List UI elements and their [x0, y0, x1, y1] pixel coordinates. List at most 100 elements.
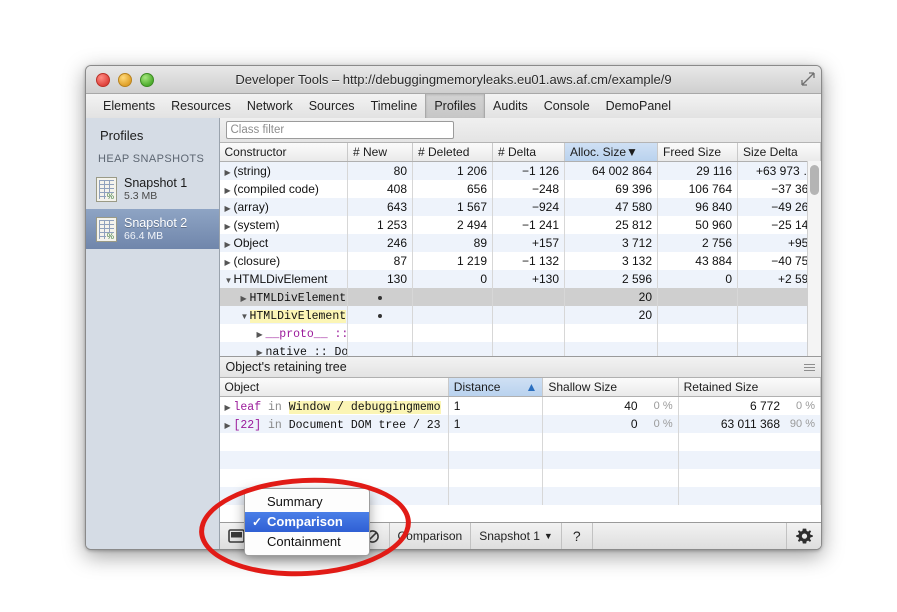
twisty-expanded-icon[interactable]: ▼: [225, 276, 234, 285]
column-header-deleted[interactable]: # Deleted: [413, 143, 493, 162]
table-row-empty: [220, 469, 821, 487]
table-header-row: Object Distance▲ Shallow Size Retained S…: [220, 378, 821, 397]
column-header-size-delta[interactable]: Size Delta: [738, 143, 821, 162]
zoom-button[interactable]: [140, 73, 154, 87]
twisty-collapsed-icon[interactable]: ▶: [241, 294, 250, 303]
table-row[interactable]: ▼HTMLDivElement20: [220, 306, 821, 324]
tab-demopanel[interactable]: DemoPanel: [598, 94, 679, 118]
cell-delta: [493, 342, 565, 357]
tab-elements[interactable]: Elements: [95, 94, 163, 118]
value: 6 772: [750, 399, 780, 413]
cell-delta: −1 132: [493, 252, 565, 270]
hamburger-icon[interactable]: [804, 364, 815, 371]
twisty-collapsed-icon[interactable]: ▶: [225, 258, 234, 267]
column-header-delta[interactable]: # Delta: [493, 143, 565, 162]
menu-item-summary[interactable]: Summary: [245, 492, 369, 512]
tab-timeline[interactable]: Timeline: [363, 94, 426, 118]
screenshot-root: Developer Tools – http://debuggingmemory…: [0, 0, 897, 612]
tab-profiles[interactable]: Profiles: [425, 94, 485, 118]
devtools-window: Developer Tools – http://debuggingmemory…: [85, 65, 822, 550]
twisty-collapsed-icon[interactable]: ▶: [225, 403, 234, 412]
settings-button[interactable]: [786, 523, 821, 549]
column-header-constructor[interactable]: Constructor: [220, 143, 348, 162]
table-row[interactable]: ▶(array)6431 567−92447 58096 840−49 260: [220, 198, 821, 216]
menu-item-comparison[interactable]: ✓ Comparison: [245, 512, 369, 532]
cell-empty: [543, 433, 678, 451]
close-button[interactable]: [96, 73, 110, 87]
tab-sources[interactable]: Sources: [301, 94, 363, 118]
twisty-collapsed-icon[interactable]: ▶: [225, 186, 234, 195]
tab-console[interactable]: Console: [536, 94, 598, 118]
cell-empty: [220, 451, 449, 469]
tab-audits[interactable]: Audits: [485, 94, 536, 118]
twisty-collapsed-icon[interactable]: ▶: [225, 168, 234, 177]
twisty-expanded-icon[interactable]: ▼: [241, 312, 250, 321]
resize-handle-icon[interactable]: [801, 72, 815, 86]
cell-constructor: ▶__proto__ ::: [220, 324, 348, 342]
table-row-empty: [220, 451, 821, 469]
table-row-empty: [220, 433, 821, 451]
cell-retained-size: 6 7720 %: [678, 397, 820, 416]
column-header-freed-size[interactable]: Freed Size: [658, 143, 738, 162]
help-button[interactable]: ?: [562, 523, 593, 549]
table-header-row: Constructor # New # Deleted # Delta Allo…: [220, 143, 821, 162]
twisty-collapsed-icon[interactable]: ▶: [225, 421, 234, 430]
table-row[interactable]: ▶HTMLDivElement20: [220, 288, 821, 306]
menu-item-containment[interactable]: Containment: [245, 532, 369, 552]
twisty-collapsed-icon[interactable]: ▶: [225, 222, 234, 231]
percent: 0 %: [647, 400, 673, 412]
table-row[interactable]: ▶(compiled code)408656−24869 396106 764−…: [220, 180, 821, 198]
table-row[interactable]: ▶__proto__ ::: [220, 324, 821, 342]
value: 40: [624, 399, 637, 413]
cell-deleted: [413, 306, 493, 324]
snapshot-selector-label: Snapshot 1: [479, 529, 540, 543]
constructor-name: HTMLDivElement: [234, 272, 328, 286]
cell-retained-size: 63 011 36890 %: [678, 415, 820, 433]
twisty-collapsed-icon[interactable]: ▶: [225, 204, 234, 213]
sidebar-title: Profiles: [86, 118, 219, 151]
snapshot-name: Snapshot 1: [124, 176, 187, 190]
table-row[interactable]: ▶(closure)871 219−1 1323 13243 884−40 75…: [220, 252, 821, 270]
constructor-name: Object: [234, 236, 269, 250]
table-row[interactable]: ▶native :: Do: [220, 342, 821, 357]
class-filter-input[interactable]: [226, 121, 454, 139]
table-row[interactable]: ▼HTMLDivElement1300+1302 5960+2 596: [220, 270, 821, 288]
scrollbar-thumb[interactable]: [810, 165, 819, 195]
cell-alloc-size: 47 580: [565, 198, 658, 216]
column-header-retained-size[interactable]: Retained Size: [678, 378, 820, 397]
twisty-collapsed-icon[interactable]: ▶: [225, 240, 234, 249]
twisty-collapsed-icon[interactable]: ▶: [257, 348, 266, 357]
cell-deleted: 1 219: [413, 252, 493, 270]
bullet-icon: [378, 296, 382, 300]
cell-freed-size: 96 840: [658, 198, 738, 216]
cell-alloc-size: 3 712: [565, 234, 658, 252]
table-row[interactable]: ▶Object24689+1573 7122 756+956: [220, 234, 821, 252]
snapshot-selector[interactable]: Snapshot 1 ▼: [471, 523, 562, 549]
spacer: [261, 419, 268, 432]
constructors-scrollbar[interactable]: [807, 161, 821, 356]
tab-resources[interactable]: Resources: [163, 94, 239, 118]
table-row[interactable]: ▶[22] in Document DOM tree / 23100 %63 0…: [220, 415, 821, 433]
column-header-object[interactable]: Object: [220, 378, 449, 397]
column-header-new[interactable]: # New: [348, 143, 413, 162]
constructor-name: HTMLDivElement: [250, 310, 347, 323]
sidebar-item-snapshot-2[interactable]: Snapshot 2 66.4 MB: [86, 209, 219, 249]
menu-item-label: Containment: [267, 534, 341, 549]
cell-freed-size: 2 756: [658, 234, 738, 252]
table-row[interactable]: ▶leaf in Window / debuggingmemo1400 %6 7…: [220, 397, 821, 416]
twisty-collapsed-icon[interactable]: ▶: [257, 330, 266, 339]
minimize-button[interactable]: [118, 73, 132, 87]
cell-new: 1 253: [348, 216, 413, 234]
cell-deleted: 0: [413, 270, 493, 288]
tab-network[interactable]: Network: [239, 94, 301, 118]
column-header-distance[interactable]: Distance▲: [448, 378, 543, 397]
table-row[interactable]: ▶(system)1 2532 494−1 24125 81250 960−25…: [220, 216, 821, 234]
cell-shallow-size: 00 %: [543, 415, 678, 433]
snapshot-name: Snapshot 2: [124, 216, 187, 230]
column-header-shallow-size[interactable]: Shallow Size: [543, 378, 678, 397]
column-header-alloc-size[interactable]: Alloc. Size▼: [565, 143, 658, 162]
sidebar-item-snapshot-1[interactable]: Snapshot 1 5.3 MB: [86, 169, 219, 209]
view-mode-label[interactable]: Comparison: [390, 523, 472, 549]
cell-delta: [493, 306, 565, 324]
table-row[interactable]: ▶(string)801 206−1 12664 002 86429 116+6…: [220, 162, 821, 181]
